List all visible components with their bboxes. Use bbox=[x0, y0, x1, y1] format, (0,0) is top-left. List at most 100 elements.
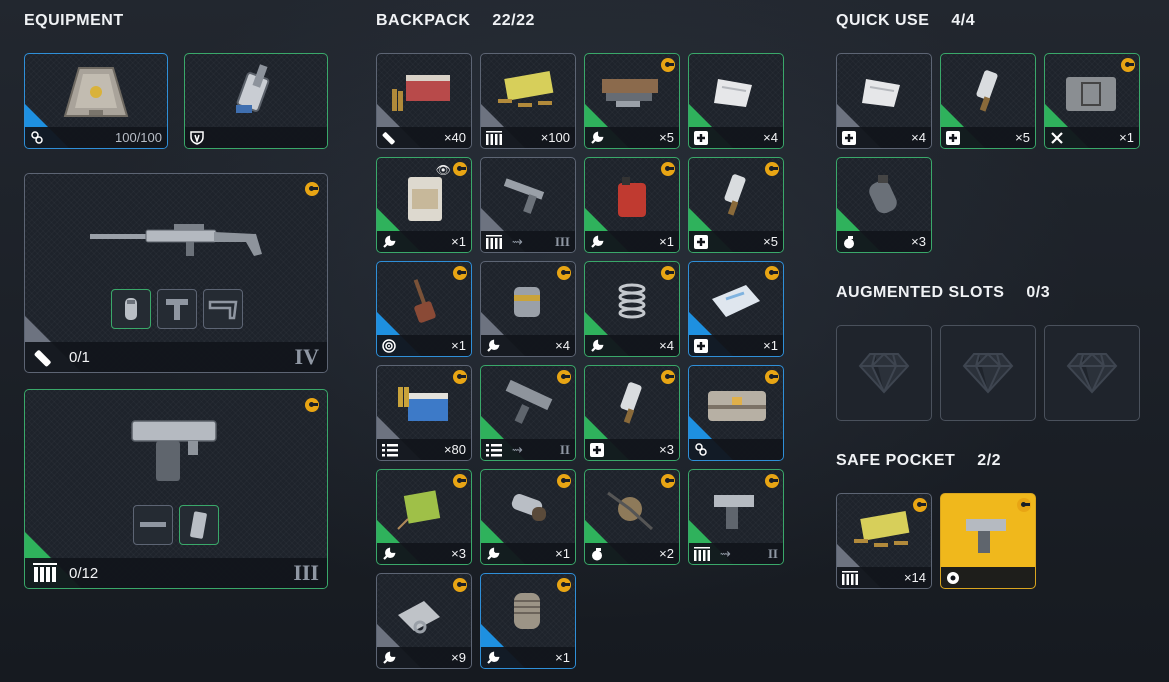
backpack-slot[interactable]: ×4 bbox=[480, 261, 576, 357]
augmented-title-text: AUGMENTED SLOTS bbox=[836, 284, 1005, 301]
equipment-backpack-slot[interactable]: 100/100 bbox=[24, 53, 168, 149]
backpack-slot[interactable]: ×4 bbox=[584, 261, 680, 357]
scrap-parts-icon bbox=[592, 67, 672, 119]
item-quantity: ×1 bbox=[451, 234, 466, 249]
metal-bracket-icon bbox=[384, 587, 464, 639]
item-quantity: ×1 bbox=[1119, 130, 1134, 145]
gem-icon bbox=[962, 352, 1014, 394]
heavy-ammo-box-icon bbox=[384, 67, 464, 119]
quick-use-slot[interactable]: ×5 bbox=[940, 53, 1036, 149]
backpack-slot[interactable]: ×3 bbox=[584, 365, 680, 461]
barrel-attachment-icon bbox=[140, 522, 166, 527]
item-quantity: ×4 bbox=[911, 130, 926, 145]
backpack-slot[interactable]: ⇝ III bbox=[480, 157, 576, 253]
backpack-slot[interactable]: ×1 bbox=[584, 157, 680, 253]
stim-injector-icon bbox=[592, 379, 672, 431]
backpack-slot[interactable]: ×3 bbox=[376, 469, 472, 565]
backpack-title-text: BACKPACK bbox=[376, 12, 471, 29]
backpack-slot[interactable]: ×100 bbox=[480, 53, 576, 149]
stock-attachment-slot[interactable] bbox=[157, 289, 197, 329]
sidearm-slot[interactable]: 0/12 III bbox=[24, 389, 328, 589]
medical-type-icon bbox=[842, 130, 856, 145]
backpack-slot[interactable]: ×9 bbox=[376, 573, 472, 669]
ammo-light-type-icon bbox=[486, 234, 502, 249]
ammo-light-type-icon bbox=[486, 130, 502, 145]
primary-weapon-slot[interactable]: 0/1 IV bbox=[24, 173, 328, 373]
coin-icon bbox=[305, 182, 319, 196]
item-quantity: ×9 bbox=[451, 650, 466, 665]
safe-pocket-slot[interactable] bbox=[940, 493, 1036, 589]
augment-slot-1[interactable] bbox=[836, 325, 932, 421]
equipment-title-text: EQUIPMENT bbox=[24, 12, 124, 29]
pistol-icon bbox=[948, 507, 1028, 559]
medical-type-icon bbox=[694, 338, 708, 353]
augment-slot-2[interactable] bbox=[940, 325, 1036, 421]
gem-icon bbox=[858, 352, 910, 394]
tier-label: II bbox=[767, 545, 778, 561]
backpack-slot[interactable]: ×1 bbox=[480, 573, 576, 669]
safe-pocket-title: SAFE POCKET 2/2 bbox=[836, 452, 1001, 470]
ammo-light-type-icon bbox=[842, 570, 858, 585]
item-quantity: ×3 bbox=[659, 442, 674, 457]
backpack-title: BACKPACK 22/22 bbox=[376, 12, 535, 30]
backpack-slot[interactable]: ×4 bbox=[688, 53, 784, 149]
item-quantity: ×3 bbox=[451, 546, 466, 561]
material-type-icon bbox=[382, 235, 396, 249]
rifle-icon bbox=[86, 220, 266, 262]
light-ammo-box-icon bbox=[488, 67, 568, 119]
backpack-slot[interactable] bbox=[688, 365, 784, 461]
grenade-type-icon bbox=[842, 235, 856, 249]
grenade-type-icon bbox=[590, 547, 604, 561]
quick-use-slot[interactable]: ×4 bbox=[836, 53, 932, 149]
sight-attachment-slot[interactable] bbox=[203, 289, 243, 329]
spring-icon bbox=[592, 275, 672, 327]
backpack-slot[interactable]: ×40 bbox=[376, 53, 472, 149]
backpack-slot[interactable]: ×5 bbox=[688, 157, 784, 253]
magazine-attachment-slot[interactable] bbox=[179, 505, 219, 545]
backpack-slot[interactable]: ⇝ II bbox=[480, 365, 576, 461]
safe-pocket-slot[interactable]: ×14 bbox=[836, 493, 932, 589]
shield-gadget-icon bbox=[226, 61, 286, 125]
backpack-slot[interactable]: ×80 bbox=[376, 365, 472, 461]
backpack-slot[interactable]: ×1 bbox=[376, 261, 472, 357]
augmented-count: 0/3 bbox=[1026, 284, 1051, 301]
pipe-part-icon bbox=[488, 483, 568, 535]
material-type-icon bbox=[590, 131, 604, 145]
backpack-slot[interactable]: ×5 bbox=[584, 53, 680, 149]
augment-slot-3[interactable] bbox=[1044, 325, 1140, 421]
backpack-slot[interactable]: ×1 bbox=[480, 469, 576, 565]
backpack-icon bbox=[61, 64, 131, 122]
crate-backpack-icon bbox=[696, 379, 776, 431]
quick-use-slot[interactable]: ×3 bbox=[836, 157, 932, 253]
backpack-slot[interactable]: ×1 👁 bbox=[376, 157, 472, 253]
backpack-slot[interactable]: ×2 bbox=[584, 469, 680, 565]
coin-icon bbox=[305, 398, 319, 412]
item-quantity: ×1 bbox=[451, 338, 466, 353]
stim-injector-icon bbox=[948, 67, 1028, 119]
spike-trap-icon bbox=[592, 483, 672, 535]
primary-ammo-count: 0/1 bbox=[69, 348, 90, 366]
grenade-attachment-slot[interactable] bbox=[111, 289, 151, 329]
attachment-indicator-icon: ⇝ bbox=[512, 233, 523, 249]
backpack-slot[interactable]: ⇝ II bbox=[688, 469, 784, 565]
material-type-icon bbox=[590, 235, 604, 249]
barrel-attachment-slot[interactable] bbox=[133, 505, 173, 545]
item-quantity: ×1 bbox=[763, 338, 778, 353]
ammo-shotgun-type-icon bbox=[382, 443, 398, 457]
light-ammo-box-icon bbox=[844, 507, 924, 559]
sight-attachment-icon bbox=[208, 300, 238, 320]
backpack-type-icon bbox=[694, 442, 708, 457]
grenade-icon bbox=[844, 171, 924, 223]
tier-label: III bbox=[554, 233, 570, 249]
safe-pocket-title-text: SAFE POCKET bbox=[836, 452, 956, 469]
shotgun-shells-icon bbox=[384, 379, 464, 431]
backpack-slot[interactable]: ×1 bbox=[688, 261, 784, 357]
backpack-type-icon bbox=[30, 130, 44, 145]
item-quantity: ×5 bbox=[763, 234, 778, 249]
attachment-indicator-icon: ⇝ bbox=[720, 545, 731, 561]
motor-part-icon bbox=[488, 587, 568, 639]
smg-icon bbox=[488, 379, 568, 431]
equipment-shield-slot[interactable] bbox=[184, 53, 328, 149]
magazine-attachment-icon bbox=[190, 511, 207, 539]
quick-use-slot[interactable]: ×1 bbox=[1044, 53, 1140, 149]
